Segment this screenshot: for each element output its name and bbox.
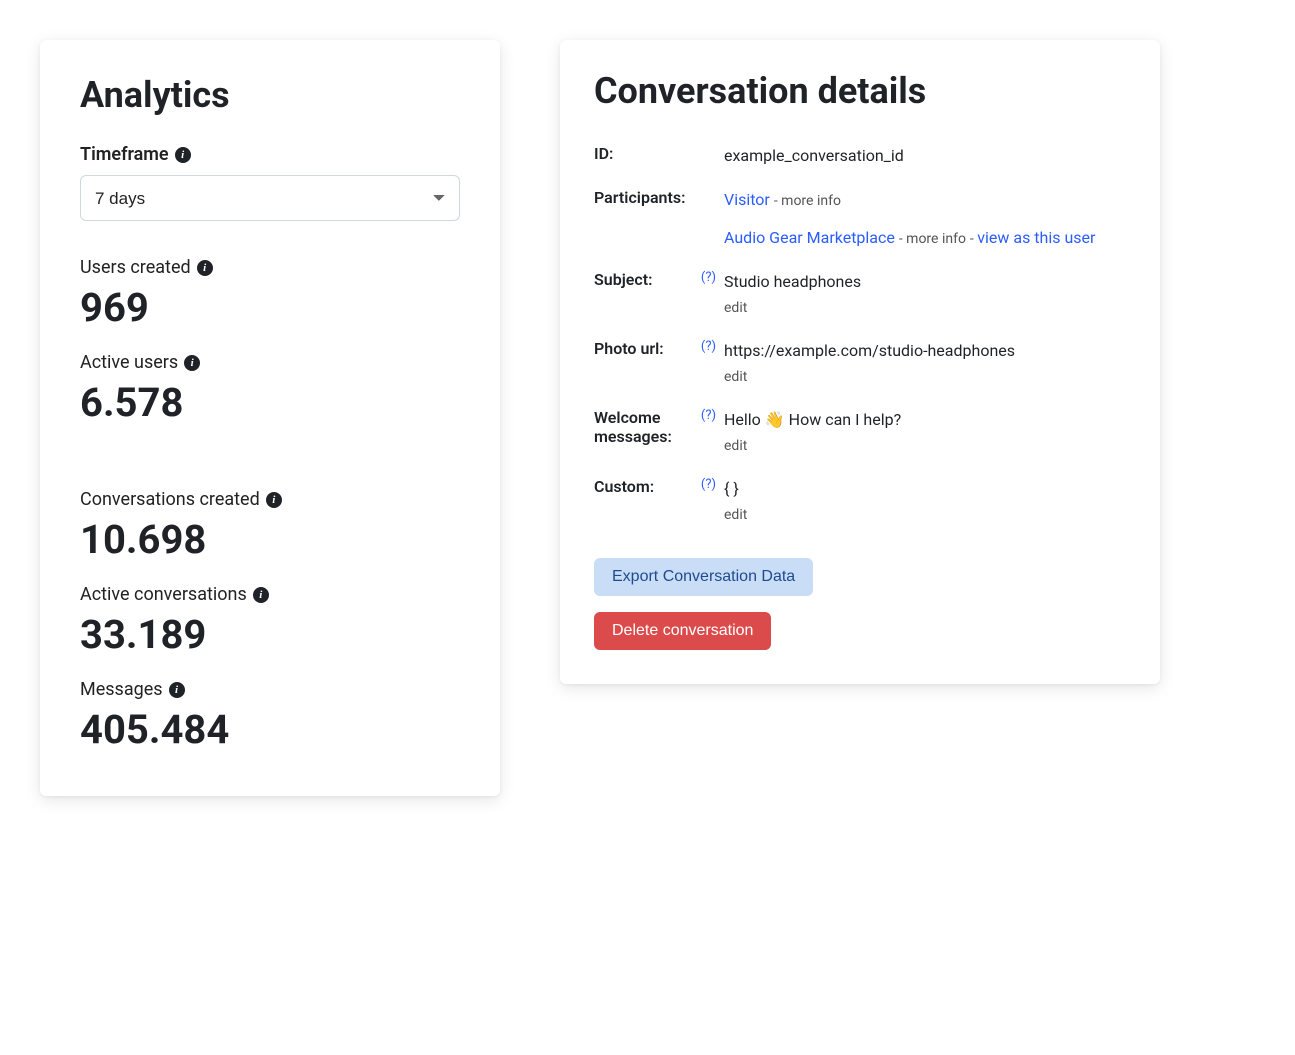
custom-value: { }: [724, 479, 739, 498]
detail-row-photo: Photo url: (?) https://example.com/studi…: [594, 329, 1126, 398]
info-icon[interactable]: i: [184, 355, 200, 371]
participant-view-as[interactable]: view as this user: [977, 228, 1095, 247]
participant-item: Audio Gear Marketplace - more info - vie…: [724, 226, 1126, 250]
participant-item: Visitor - more info: [724, 188, 1126, 212]
info-icon[interactable]: i: [175, 147, 191, 163]
conversation-details-card: Conversation details ID: example_convers…: [560, 40, 1160, 684]
participant-more-info[interactable]: more info: [906, 231, 966, 247]
metric-conversations-created-label: Conversations created: [80, 489, 260, 510]
metric-conversations-created-value: 10.698: [80, 518, 460, 562]
timeframe-select[interactable]: 7 days: [80, 175, 460, 221]
edit-link[interactable]: edit: [724, 505, 1126, 526]
info-icon[interactable]: i: [169, 682, 185, 698]
metric-users-created-value: 969: [80, 286, 460, 330]
welcome-value: Hello 👋 How can I help?: [724, 410, 901, 429]
photo-value: https://example.com/studio-headphones: [724, 341, 1015, 360]
participant-link-marketplace[interactable]: Audio Gear Marketplace: [724, 228, 895, 247]
timeframe-label: Timeframe: [80, 144, 169, 165]
participants-label: Participants:: [594, 188, 685, 207]
info-icon[interactable]: i: [253, 587, 269, 603]
custom-label: Custom:: [594, 477, 654, 496]
edit-link[interactable]: edit: [724, 298, 1126, 319]
metric-users-created-label: Users created: [80, 257, 191, 278]
help-icon[interactable]: (?): [701, 408, 716, 423]
button-row: Export Conversation Data Delete conversa…: [594, 544, 1126, 650]
participant-more-info[interactable]: more info: [781, 193, 841, 209]
metric-active-conversations-row: Active conversations i: [80, 584, 460, 605]
detail-row-welcome: Welcome messages: (?) Hello 👋 How can I …: [594, 398, 1126, 467]
info-icon[interactable]: i: [266, 492, 282, 508]
id-label: ID:: [594, 144, 613, 163]
conversation-details-title: Conversation details: [594, 70, 1126, 112]
metric-active-users-value: 6.578: [80, 381, 460, 425]
metric-users-created-row: Users created i: [80, 257, 460, 278]
detail-row-subject: Subject: (?) Studio headphones edit: [594, 260, 1126, 329]
edit-link[interactable]: edit: [724, 367, 1126, 388]
metric-messages-label: Messages: [80, 679, 163, 700]
metric-active-conversations-label: Active conversations: [80, 584, 247, 605]
metric-active-users-row: Active users i: [80, 352, 460, 373]
detail-row-custom: Custom: (?) { } edit: [594, 467, 1126, 536]
metric-conversations-created-row: Conversations created i: [80, 489, 460, 510]
metric-messages-value: 405.484: [80, 708, 460, 752]
analytics-card: Analytics Timeframe i 7 days Users creat…: [40, 40, 500, 796]
edit-link[interactable]: edit: [724, 436, 1126, 457]
metric-messages-row: Messages i: [80, 679, 460, 700]
info-icon[interactable]: i: [197, 260, 213, 276]
help-icon[interactable]: (?): [701, 339, 716, 354]
help-icon[interactable]: (?): [701, 477, 716, 492]
subject-value: Studio headphones: [724, 272, 861, 291]
welcome-label: Welcome messages:: [594, 408, 701, 446]
delete-button[interactable]: Delete conversation: [594, 612, 771, 650]
metric-active-conversations-value: 33.189: [80, 613, 460, 657]
id-value: example_conversation_id: [724, 146, 904, 165]
detail-row-participants: Participants: Visitor - more info Audio …: [594, 178, 1126, 260]
participant-link-visitor[interactable]: Visitor: [724, 190, 770, 209]
photo-label: Photo url:: [594, 339, 664, 358]
help-icon[interactable]: (?): [701, 270, 716, 285]
timeframe-label-row: Timeframe i: [80, 144, 460, 165]
metric-active-users-label: Active users: [80, 352, 178, 373]
analytics-title: Analytics: [80, 74, 460, 116]
export-button[interactable]: Export Conversation Data: [594, 558, 813, 596]
detail-row-id: ID: example_conversation_id: [594, 134, 1126, 178]
subject-label: Subject:: [594, 270, 652, 289]
